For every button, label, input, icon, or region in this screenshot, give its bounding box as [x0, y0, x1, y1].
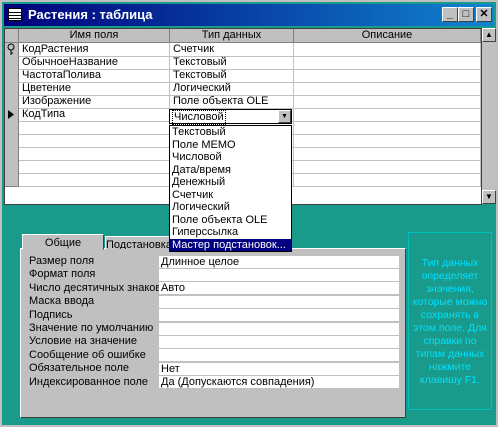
- field-name-cell[interactable]: [19, 160, 170, 174]
- property-value-field[interactable]: [159, 268, 399, 281]
- row-selector[interactable]: [5, 108, 19, 122]
- row-selector-header[interactable]: [5, 29, 19, 43]
- data-type-cell[interactable]: Текстовый: [170, 69, 294, 83]
- field-name-cell[interactable]: [19, 147, 170, 161]
- property-value-field[interactable]: [159, 295, 399, 308]
- property-label: Сообщение об ошибке: [29, 348, 146, 361]
- table-icon: [8, 8, 22, 21]
- row-selector[interactable]: [5, 82, 19, 96]
- dropdown-option[interactable]: Текстовый: [170, 126, 291, 139]
- field-name-cell[interactable]: [19, 173, 170, 187]
- dropdown-option[interactable]: Счетчик: [170, 189, 291, 202]
- table-row[interactable]: Изображение Поле объекта OLE: [5, 95, 481, 109]
- description-cell[interactable]: [294, 43, 481, 57]
- description-cell[interactable]: [294, 95, 481, 109]
- table-row[interactable]: Цветение Логический: [5, 82, 481, 96]
- column-header-description[interactable]: Описание: [294, 29, 481, 43]
- field-name-cell[interactable]: Изображение: [19, 95, 170, 109]
- data-type-cell[interactable]: Поле объекта OLE: [170, 95, 294, 109]
- field-name-cell[interactable]: [19, 121, 170, 135]
- close-button[interactable]: ✕: [476, 7, 492, 22]
- property-label: Условие на значение: [29, 335, 138, 348]
- row-selector[interactable]: [5, 147, 19, 161]
- dropdown-arrow-icon[interactable]: ▼: [278, 110, 291, 123]
- row-selector[interactable]: [5, 160, 19, 174]
- property-label: Формат поля: [29, 268, 96, 281]
- dropdown-option[interactable]: Мастер подстановок...: [170, 238, 291, 251]
- field-name-cell[interactable]: [19, 134, 170, 148]
- row-selector[interactable]: [5, 173, 19, 187]
- maximize-button[interactable]: □: [458, 7, 474, 22]
- current-row-arrow-icon: [8, 110, 14, 119]
- dropdown-option[interactable]: Логический: [170, 201, 291, 214]
- column-header-field-name[interactable]: Имя поля: [19, 29, 170, 43]
- data-type-combobox-value: Числовой: [172, 110, 226, 125]
- description-cell[interactable]: [294, 82, 481, 96]
- row-selector[interactable]: [5, 69, 19, 83]
- vertical-scrollbar[interactable]: ▲ ▼: [482, 28, 496, 204]
- row-selector[interactable]: [5, 43, 19, 57]
- scroll-down-button[interactable]: ▼: [482, 190, 496, 204]
- row-selector[interactable]: [5, 95, 19, 109]
- dropdown-option[interactable]: Числовой: [170, 151, 291, 164]
- dropdown-option[interactable]: Гиперссылка: [170, 226, 291, 239]
- grid-header: Имя поля Тип данных Описание: [5, 29, 481, 43]
- field-name-cell[interactable]: ОбычноеНазвание: [19, 56, 170, 70]
- property-value-field[interactable]: [159, 309, 399, 322]
- description-cell[interactable]: [294, 56, 481, 70]
- window-title: Растения : таблица: [28, 7, 153, 22]
- dropdown-option[interactable]: Поле MEMO: [170, 139, 291, 152]
- property-label: Число десятичных знаков: [29, 281, 162, 294]
- description-cell[interactable]: [294, 134, 481, 148]
- column-header-data-type[interactable]: Тип данных: [170, 29, 294, 43]
- minimize-button[interactable]: _: [442, 7, 458, 22]
- row-selector[interactable]: [5, 121, 19, 135]
- property-value-field[interactable]: Нет: [159, 362, 399, 375]
- table-design-window: Растения : таблица _ □ ✕ Имя поля Тип да…: [0, 0, 498, 427]
- row-selector[interactable]: [5, 134, 19, 148]
- field-name-cell[interactable]: КодТипа: [19, 108, 170, 122]
- field-name-cell[interactable]: КодРастения: [19, 43, 170, 57]
- property-value-field[interactable]: Авто: [159, 282, 399, 295]
- property-value-field[interactable]: Да (Допускаются совпадения): [159, 376, 399, 389]
- field-name-cell[interactable]: ЧастотаПолива: [19, 69, 170, 83]
- data-type-cell[interactable]: Логический: [170, 82, 294, 96]
- row-selector[interactable]: [5, 56, 19, 70]
- field-properties-panel: Размер поля Длинное целое Формат поля Число…: [20, 248, 406, 418]
- dropdown-option[interactable]: Поле объекта OLE: [170, 214, 291, 227]
- description-cell[interactable]: [294, 147, 481, 161]
- property-label: Значение по умолчанию: [29, 322, 154, 334]
- data-type-dropdown-list: Текстовый Поле MEMO Числовой Дата/время Дене…: [169, 125, 292, 252]
- property-value-field[interactable]: Длинное целое: [159, 255, 399, 268]
- table-row[interactable]: ЧастотаПолива Текстовый: [5, 69, 481, 83]
- table-row[interactable]: КодРастения Счетчик: [5, 43, 481, 57]
- tab-general[interactable]: Общие: [22, 234, 104, 250]
- property-value-field[interactable]: [159, 349, 399, 362]
- description-cell[interactable]: [294, 121, 481, 135]
- dropdown-option[interactable]: Денежный: [170, 176, 291, 189]
- description-cell[interactable]: [294, 173, 481, 187]
- property-label: Подпись: [29, 308, 73, 321]
- description-cell[interactable]: [294, 160, 481, 174]
- field-name-cell[interactable]: Цветение: [19, 82, 170, 96]
- data-type-combobox[interactable]: Числовой ▼: [169, 109, 292, 125]
- data-type-cell[interactable]: Текстовый: [170, 56, 294, 70]
- description-cell[interactable]: [294, 108, 481, 122]
- property-label: Индексированное поле: [29, 375, 148, 388]
- scroll-up-button[interactable]: ▲: [482, 28, 496, 42]
- primary-key-icon: [7, 43, 15, 55]
- property-label: Маска ввода: [29, 295, 95, 308]
- help-text: Тип данных определяет значения, которые …: [408, 232, 492, 410]
- dropdown-option[interactable]: Дата/время: [170, 164, 291, 177]
- property-label: Размер поля: [29, 255, 95, 267]
- title-bar[interactable]: Растения : таблица _ □ ✕: [4, 4, 494, 26]
- property-label: Обязательное поле: [29, 362, 130, 375]
- property-value-field[interactable]: [159, 335, 399, 348]
- table-row[interactable]: ОбычноеНазвание Текстовый: [5, 56, 481, 70]
- tab-lookup[interactable]: Подстановка: [105, 236, 171, 250]
- description-cell[interactable]: [294, 69, 481, 83]
- property-value-field[interactable]: [159, 322, 399, 335]
- data-type-cell[interactable]: Счетчик: [170, 43, 294, 57]
